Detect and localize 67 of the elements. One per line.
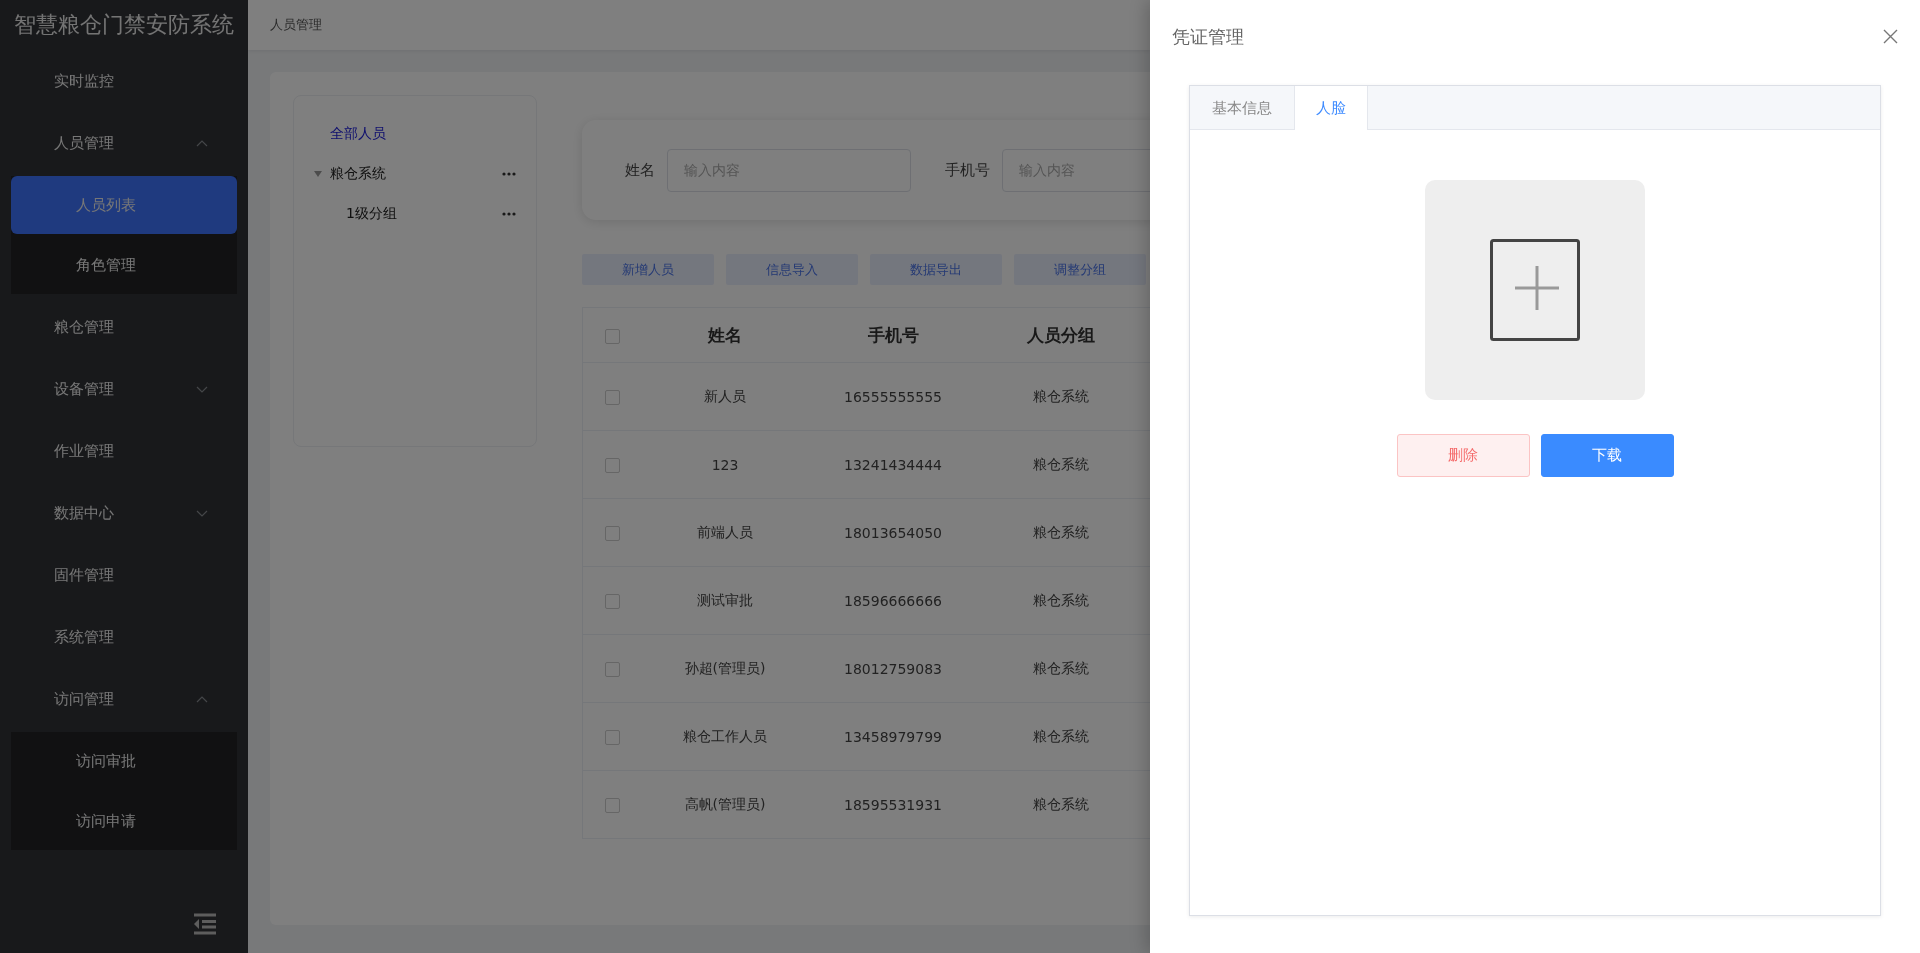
table-cell: 粮仓系统 <box>1033 523 1089 540</box>
app-title: 智慧粮仓门禁安防系统 <box>13 11 235 39</box>
column-header: 手机号 <box>867 324 919 345</box>
table-cell: 18595531931 <box>844 796 942 813</box>
row-checkbox[interactable] <box>604 661 620 677</box>
tree-node[interactable]: 1级分组 <box>346 205 397 223</box>
column-header: 人员分组 <box>1027 324 1095 345</box>
menu-item[interactable]: 作业管理 <box>0 420 248 482</box>
table-cell: 13241434444 <box>844 456 942 473</box>
table-cell: 粮仓工作人员 <box>683 727 767 744</box>
menu-item[interactable]: 设备管理 <box>0 358 248 420</box>
tab[interactable]: 人脸 <box>1295 86 1368 130</box>
row-checkbox[interactable] <box>604 525 620 541</box>
table-cell: 16555555555 <box>844 388 942 405</box>
expand-arrow-icon[interactable] <box>314 171 322 177</box>
tree-node[interactable]: 全部人员 <box>330 125 386 143</box>
table-cell: 粮仓系统 <box>1033 795 1089 812</box>
table-cell: 测试审批 <box>697 591 753 608</box>
field-label: 手机号 <box>945 160 990 180</box>
table-cell: 粮仓系统 <box>1033 659 1089 676</box>
row-checkbox[interactable] <box>604 593 620 609</box>
table-cell: 18596666666 <box>844 592 942 609</box>
row-checkbox[interactable] <box>604 729 620 745</box>
menu-item[interactable]: 系统管理 <box>0 606 248 668</box>
submenu-item[interactable]: 人员列表 <box>11 176 237 234</box>
more-icon[interactable] <box>502 212 516 216</box>
select-all-checkbox[interactable] <box>604 328 620 344</box>
menu-item[interactable]: 实时监控 <box>0 50 248 112</box>
delete-button[interactable]: 删除 <box>1396 434 1530 477</box>
drawer-title: 凭证管理 <box>1172 24 1244 49</box>
submenu-item[interactable]: 角色管理 <box>11 236 237 294</box>
action-button[interactable]: 数据导出 <box>870 254 1002 285</box>
table-cell: 粮仓系统 <box>1033 727 1089 744</box>
table-cell: 18012759083 <box>844 660 942 677</box>
table-cell: 高帆(管理员) <box>684 795 766 812</box>
breadcrumb: 人员管理 <box>270 16 322 34</box>
table-cell: 18013654050 <box>844 524 942 541</box>
table-cell: 粮仓系统 <box>1033 455 1089 472</box>
submenu-item[interactable]: 访问审批 <box>11 732 237 790</box>
action-button[interactable]: 调整分组 <box>1014 254 1146 285</box>
tree-node[interactable]: 粮仓系统 <box>330 165 386 183</box>
menu-item[interactable]: 人员管理 <box>0 112 248 174</box>
table-cell: 粮仓系统 <box>1033 387 1089 404</box>
column-header: 姓名 <box>708 324 742 345</box>
menu-item[interactable]: 固件管理 <box>0 544 248 606</box>
download-button[interactable]: 下载 <box>1540 434 1674 477</box>
submenu-item[interactable]: 访问申请 <box>11 792 237 850</box>
menu-item[interactable]: 访问管理 <box>0 668 248 730</box>
table-cell: 孙超(管理员) <box>684 659 766 676</box>
add-photo-icon[interactable] <box>1490 239 1580 341</box>
collapse-menu-icon[interactable] <box>192 913 218 935</box>
row-checkbox[interactable] <box>604 389 620 405</box>
row-checkbox[interactable] <box>604 457 620 473</box>
table-cell: 粮仓系统 <box>1033 591 1089 608</box>
action-button[interactable]: 新增人员 <box>582 254 714 285</box>
table-cell: 123 <box>711 456 739 473</box>
menu-item[interactable]: 数据中心 <box>0 482 248 544</box>
close-icon[interactable] <box>1883 29 1898 44</box>
upload-area[interactable] <box>1425 180 1645 400</box>
action-button[interactable]: 信息导入 <box>726 254 858 285</box>
table-cell: 新人员 <box>704 387 746 404</box>
row-checkbox[interactable] <box>604 797 620 813</box>
menu-item[interactable]: 粮仓管理 <box>0 296 248 358</box>
table-cell: 前端人员 <box>697 523 753 540</box>
field-label: 姓名 <box>625 160 655 180</box>
more-icon[interactable] <box>502 172 516 176</box>
table-cell: 13458979799 <box>844 728 942 745</box>
